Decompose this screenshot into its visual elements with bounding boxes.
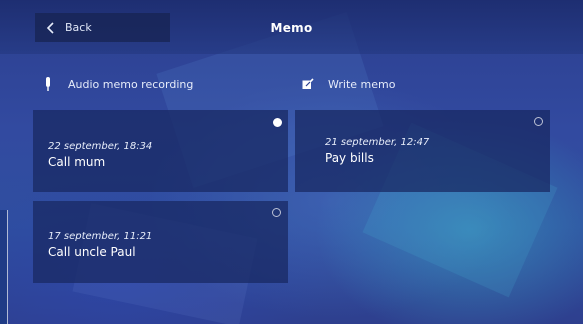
memo-text: Pay bills — [325, 151, 374, 165]
memo-text: Call mum — [48, 155, 106, 169]
pen-checkbox-icon — [302, 75, 314, 93]
memo-date: 21 september, 12:47 — [325, 137, 430, 148]
microphone-icon — [42, 75, 54, 93]
memo-card[interactable]: 17 september, 11:21 Call uncle Paul — [33, 201, 288, 283]
page-title: Memo — [270, 21, 313, 35]
memo-card[interactable]: 22 september, 18:34 Call mum — [33, 110, 288, 192]
memo-card[interactable]: 21 september, 12:47 Pay bills — [295, 110, 550, 192]
write-memo-button[interactable]: Write memo — [302, 73, 395, 95]
memo-screen: Back Memo Audio memo recording Write mem… — [0, 0, 583, 324]
memo-select-radio[interactable] — [534, 117, 543, 126]
memo-date: 17 september, 11:21 — [48, 231, 153, 242]
top-bar: Back Memo — [0, 0, 583, 54]
audio-memo-label: Audio memo recording — [68, 77, 194, 91]
memo-select-radio[interactable] — [273, 118, 282, 127]
memo-text: Call uncle Paul — [48, 245, 136, 259]
side-edge-panel — [0, 210, 8, 324]
memo-date: 22 september, 18:34 — [48, 141, 153, 152]
write-memo-label: Write memo — [328, 77, 396, 91]
memo-select-radio[interactable] — [272, 208, 281, 217]
audio-memo-button[interactable]: Audio memo recording — [42, 73, 193, 95]
